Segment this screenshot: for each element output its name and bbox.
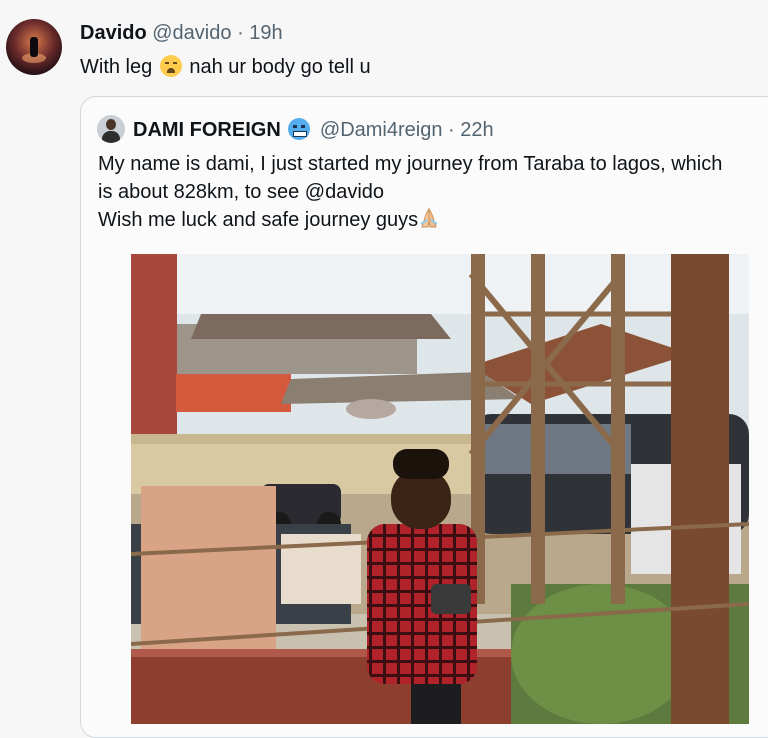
tweet-text: With leg nah ur body go tell u xyxy=(80,55,371,79)
quoted-text-line3-text: Wish me luck and safe journey guys xyxy=(98,209,419,231)
author-handle[interactable]: @davido xyxy=(152,22,231,44)
avatar[interactable] xyxy=(6,19,62,75)
quoted-tweet-header: DAMI FOREIGN @Dami4reign · 22h xyxy=(133,118,494,142)
quoted-author-name[interactable]: DAMI FOREIGN xyxy=(133,119,281,141)
quoted-author-handle[interactable]: @Dami4reign xyxy=(320,119,443,141)
quoted-text-line2: is about 828km, to see @davido xyxy=(98,181,385,203)
folded-hands-icon xyxy=(420,207,438,228)
meta-separator: · xyxy=(237,22,244,44)
author-name[interactable]: Davido xyxy=(80,22,147,44)
cold-face-icon xyxy=(288,118,311,140)
tweet-text-part1: With leg xyxy=(80,56,153,78)
photo-scene xyxy=(131,254,749,724)
tweet-text-part2: nah ur body go tell u xyxy=(189,56,371,78)
tweet-header: Davido @davido · 19h xyxy=(80,22,283,45)
quoted-meta-separator: · xyxy=(448,119,455,141)
quoted-tweet-time[interactable]: 22h xyxy=(460,119,493,141)
loudly-crying-face-icon xyxy=(159,55,182,77)
quoted-avatar-body xyxy=(102,131,120,143)
avatar-figure xyxy=(30,37,38,57)
tweet: Davido @davido · 19h With leg nah ur bod… xyxy=(0,0,768,738)
quoted-tweet-card[interactable]: DAMI FOREIGN @Dami4reign · 22h My name i… xyxy=(80,96,768,738)
quoted-tweet-text: My name is dami, I just started my journ… xyxy=(98,150,768,234)
quoted-tweet-photo[interactable] xyxy=(131,254,749,724)
quoted-avatar-head xyxy=(106,119,116,130)
quoted-avatar[interactable] xyxy=(97,115,125,143)
quoted-text-line3: Wish me luck and safe journey guys xyxy=(98,206,768,234)
tweet-time[interactable]: 19h xyxy=(249,22,282,44)
quoted-text-line1: My name is dami, I just started my journ… xyxy=(98,153,723,175)
